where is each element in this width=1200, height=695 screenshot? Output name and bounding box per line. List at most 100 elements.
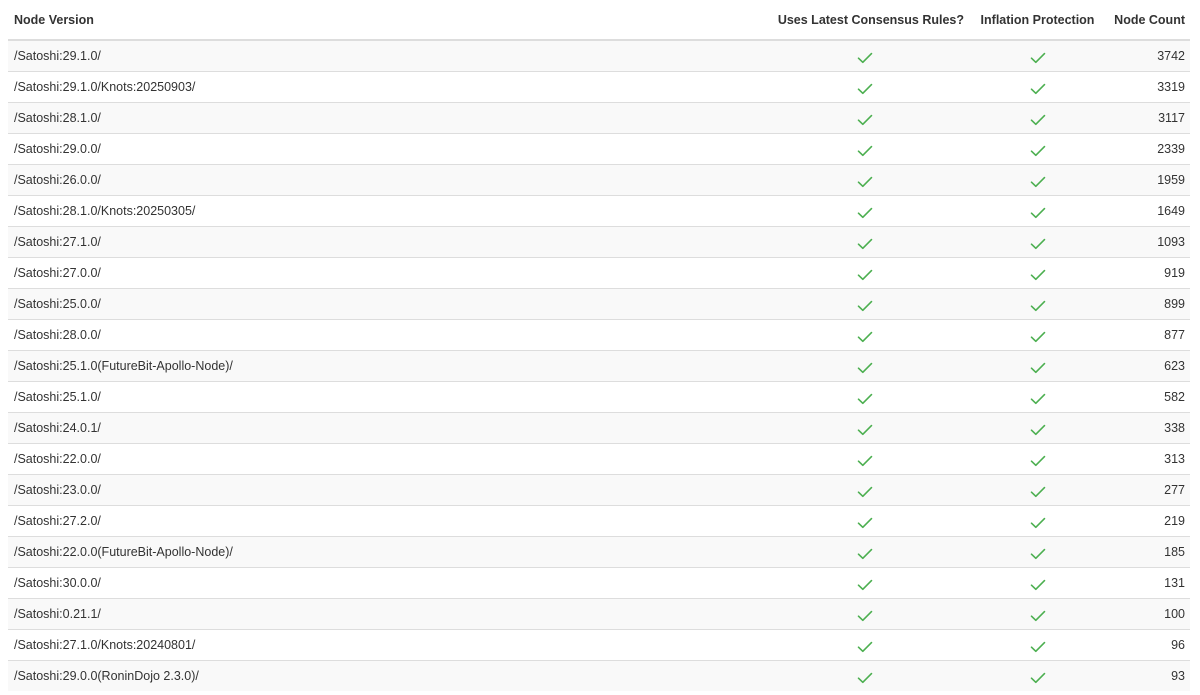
node-count-cell: 899: [1101, 287, 1190, 319]
consensus-rules-cell: [758, 163, 974, 195]
table-body: /Satoshi:29.1.0/3742/Satoshi:29.1.0/Knot…: [8, 39, 1190, 691]
inflation-protection-cell: [974, 597, 1101, 629]
check-icon: [857, 424, 873, 436]
node-count-cell: 2339: [1101, 132, 1190, 164]
node-version-cell: /Satoshi:24.0.1/: [8, 411, 758, 443]
column-header-node-version[interactable]: Node Version: [8, 0, 758, 41]
table-row: /Satoshi:27.1.0/Knots:20240801/96: [8, 628, 1190, 660]
check-icon: [1030, 610, 1046, 622]
consensus-rules-cell: [758, 132, 974, 164]
inflation-protection-cell: [974, 535, 1101, 567]
check-icon: [857, 393, 873, 405]
table-row: /Satoshi:28.1.0/Knots:20250305/1649: [8, 194, 1190, 226]
node-version-cell: /Satoshi:27.2.0/: [8, 504, 758, 536]
table-row: /Satoshi:25.0.0/899: [8, 287, 1190, 319]
node-version-cell: /Satoshi:30.0.0/: [8, 566, 758, 598]
table-row: /Satoshi:29.1.0/Knots:20250903/3319: [8, 70, 1190, 102]
column-header-consensus-rules[interactable]: Uses Latest Consensus Rules?: [758, 0, 974, 41]
inflation-protection-cell: [974, 566, 1101, 598]
inflation-protection-cell: [974, 628, 1101, 660]
node-version-cell: /Satoshi:22.0.0(FutureBit-Apollo-Node)/: [8, 535, 758, 567]
node-version-cell: /Satoshi:28.1.0/: [8, 101, 758, 133]
check-icon: [1030, 238, 1046, 250]
node-version-table: Node Version Uses Latest Consensus Rules…: [8, 0, 1190, 691]
header-row: Node Version Uses Latest Consensus Rules…: [8, 0, 1190, 41]
column-header-node-count[interactable]: Node Count: [1101, 0, 1190, 41]
consensus-rules-cell: [758, 411, 974, 443]
inflation-protection-cell: [974, 318, 1101, 350]
table-row: /Satoshi:27.0.0/919: [8, 256, 1190, 288]
check-icon: [1030, 424, 1046, 436]
node-count-cell: 623: [1101, 349, 1190, 381]
check-icon: [1030, 672, 1046, 684]
consensus-rules-cell: [758, 287, 974, 319]
node-count-cell: 131: [1101, 566, 1190, 598]
node-count-cell: 1649: [1101, 194, 1190, 226]
check-icon: [857, 641, 873, 653]
node-count-cell: 93: [1101, 659, 1190, 691]
node-version-cell: /Satoshi:29.0.0(RoninDojo 2.3.0)/: [8, 659, 758, 691]
check-icon: [1030, 207, 1046, 219]
node-version-cell: /Satoshi:25.1.0/: [8, 380, 758, 412]
node-count-cell: 919: [1101, 256, 1190, 288]
check-icon: [1030, 331, 1046, 343]
consensus-rules-cell: [758, 628, 974, 660]
consensus-rules-cell: [758, 380, 974, 412]
node-count-cell: 1093: [1101, 225, 1190, 257]
table-row: /Satoshi:22.0.0/313: [8, 442, 1190, 474]
inflation-protection-cell: [974, 132, 1101, 164]
node-version-cell: /Satoshi:27.1.0/: [8, 225, 758, 257]
node-version-cell: /Satoshi:26.0.0/: [8, 163, 758, 195]
node-version-cell: /Satoshi:25.1.0(FutureBit-Apollo-Node)/: [8, 349, 758, 381]
node-count-cell: 313: [1101, 442, 1190, 474]
check-icon: [857, 300, 873, 312]
table-row: /Satoshi:30.0.0/131: [8, 566, 1190, 598]
table-row: /Satoshi:22.0.0(FutureBit-Apollo-Node)/ 1…: [8, 535, 1190, 567]
node-count-cell: 1959: [1101, 163, 1190, 195]
check-icon: [857, 610, 873, 622]
check-icon: [857, 579, 873, 591]
node-count-cell: 96: [1101, 628, 1190, 660]
consensus-rules-cell: [758, 442, 974, 474]
node-version-cell: /Satoshi:28.1.0/Knots:20250305/: [8, 194, 758, 226]
table-row: /Satoshi:24.0.1/338: [8, 411, 1190, 443]
inflation-protection-cell: [974, 101, 1101, 133]
consensus-rules-cell: [758, 70, 974, 102]
check-icon: [857, 176, 873, 188]
check-icon: [1030, 579, 1046, 591]
node-count-cell: 100: [1101, 597, 1190, 629]
table-row: /Satoshi:29.1.0/3742: [8, 39, 1190, 71]
table-row: /Satoshi:27.1.0/1093: [8, 225, 1190, 257]
table-row: /Satoshi:25.1.0(FutureBit-Apollo-Node)/ 6…: [8, 349, 1190, 381]
inflation-protection-cell: [974, 39, 1101, 71]
column-header-inflation-protection[interactable]: Inflation Protection: [974, 0, 1101, 41]
node-version-cell: /Satoshi:29.1.0/Knots:20250903/: [8, 70, 758, 102]
consensus-rules-cell: [758, 256, 974, 288]
check-icon: [1030, 548, 1046, 560]
table-header: Node Version Uses Latest Consensus Rules…: [8, 0, 1190, 41]
node-version-cell: /Satoshi:28.0.0/: [8, 318, 758, 350]
check-icon: [1030, 52, 1046, 64]
node-version-cell: /Satoshi:29.1.0/: [8, 39, 758, 71]
check-icon: [857, 238, 873, 250]
node-version-cell: /Satoshi:29.0.0/: [8, 132, 758, 164]
node-version-cell: /Satoshi:25.0.0/: [8, 287, 758, 319]
check-icon: [857, 672, 873, 684]
check-icon: [1030, 641, 1046, 653]
table-row: /Satoshi:23.0.0/277: [8, 473, 1190, 505]
inflation-protection-cell: [974, 70, 1101, 102]
inflation-protection-cell: [974, 504, 1101, 536]
node-count-cell: 219: [1101, 504, 1190, 536]
check-icon: [1030, 269, 1046, 281]
check-icon: [857, 548, 873, 560]
node-count-cell: 338: [1101, 411, 1190, 443]
inflation-protection-cell: [974, 442, 1101, 474]
inflation-protection-cell: [974, 225, 1101, 257]
consensus-rules-cell: [758, 597, 974, 629]
node-version-cell: /Satoshi:27.0.0/: [8, 256, 758, 288]
consensus-rules-cell: [758, 225, 974, 257]
node-count-cell: 185: [1101, 535, 1190, 567]
node-count-cell: 877: [1101, 318, 1190, 350]
inflation-protection-cell: [974, 287, 1101, 319]
table-row: /Satoshi:28.0.0/877: [8, 318, 1190, 350]
